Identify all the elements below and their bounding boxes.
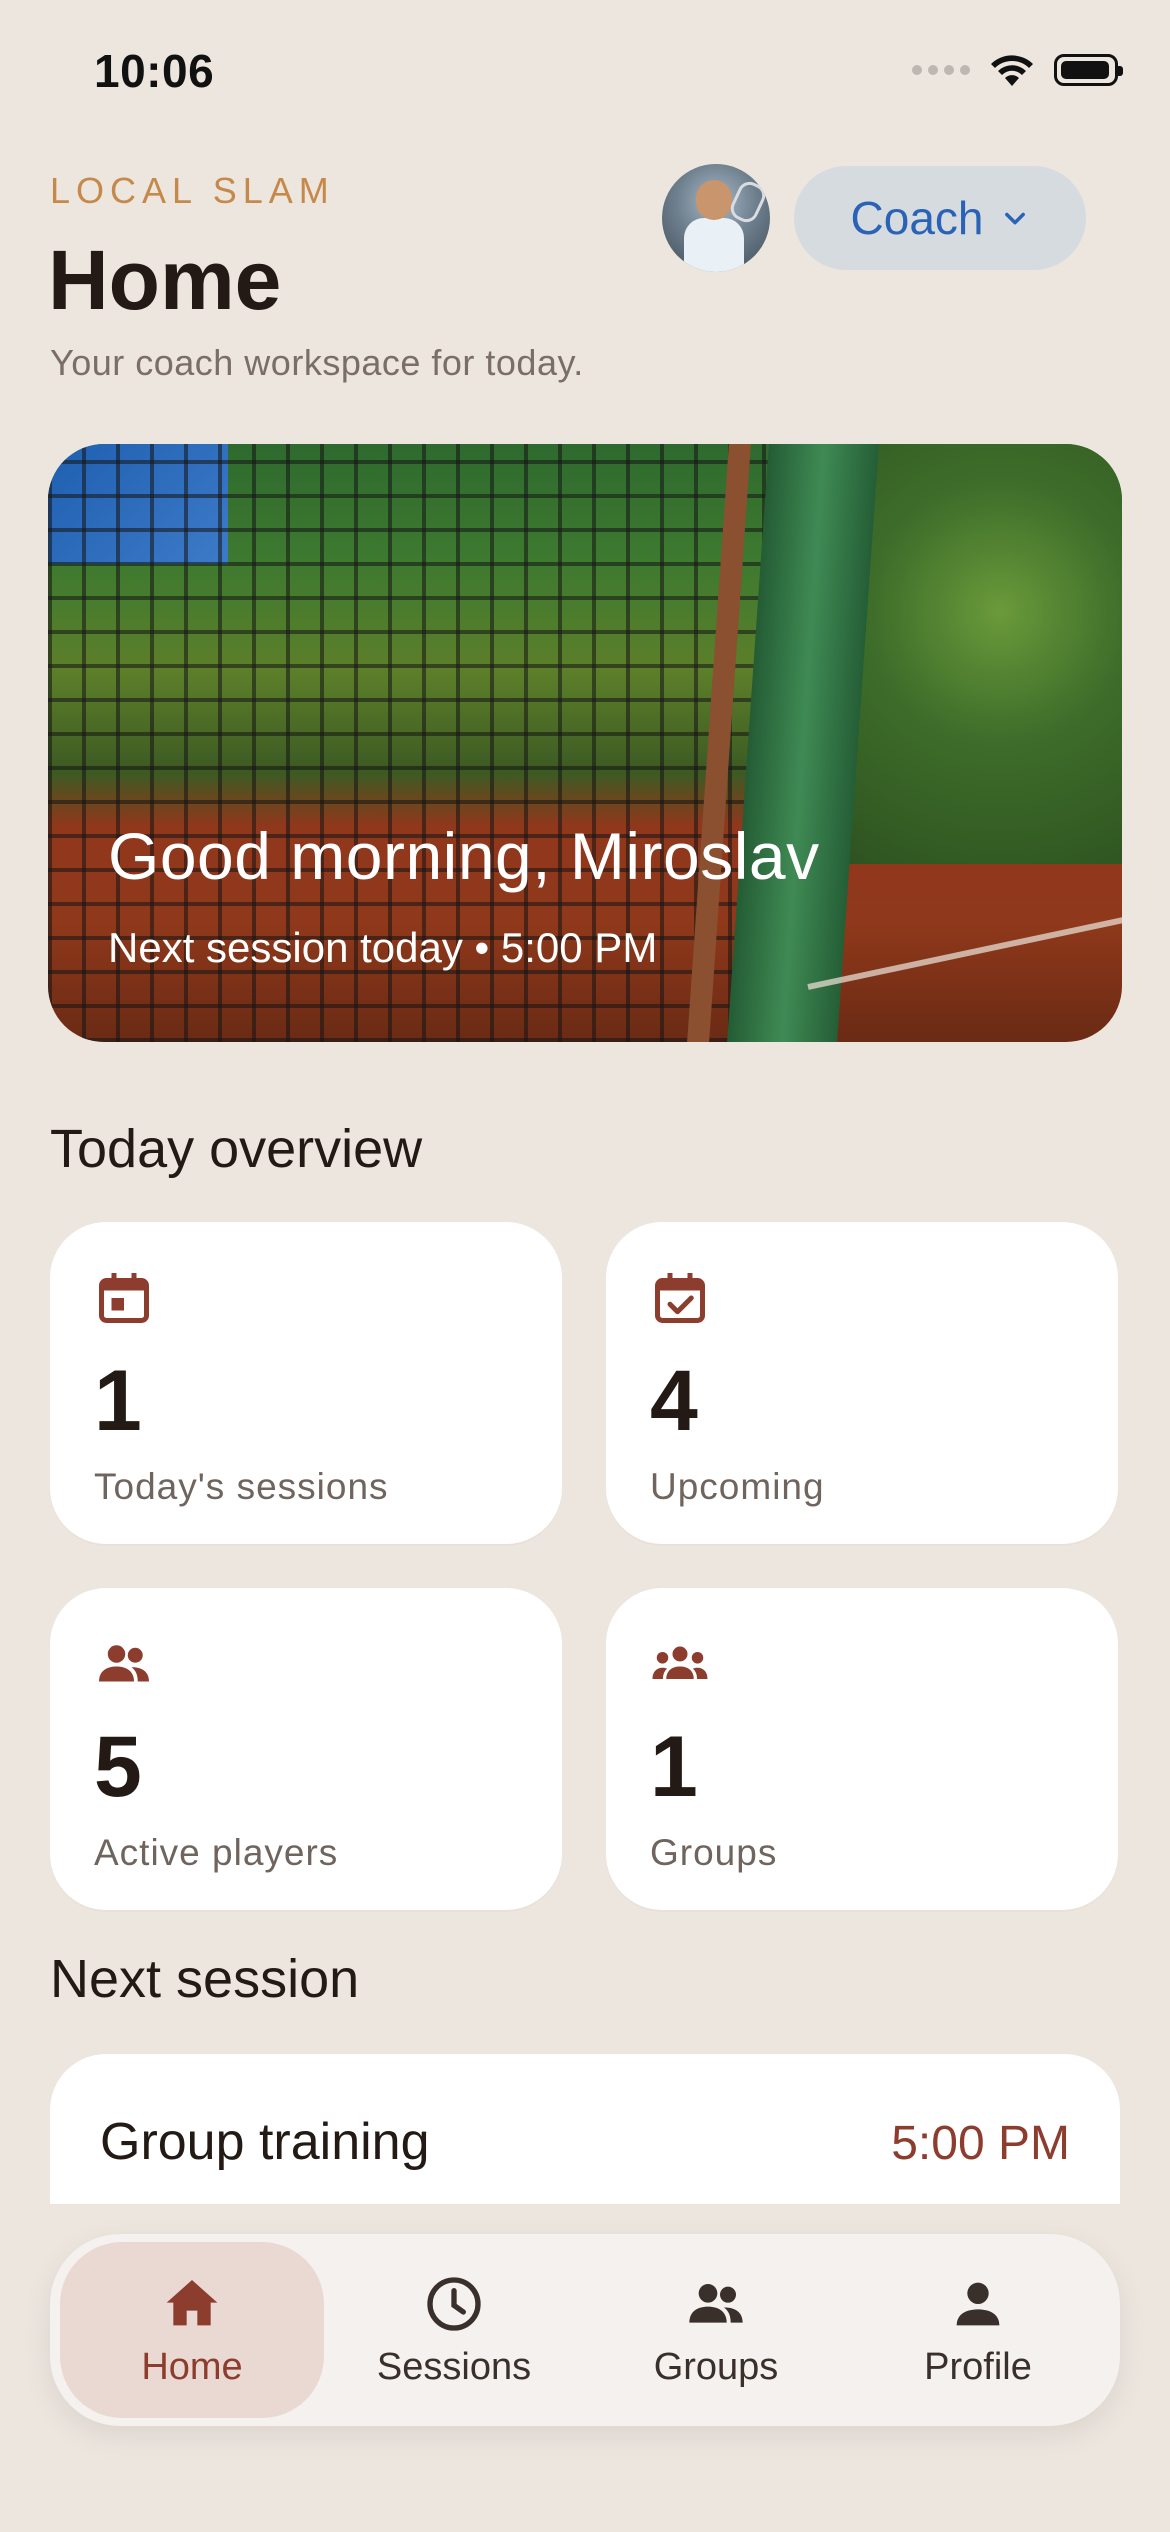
avatar[interactable] — [662, 164, 770, 272]
status-time: 10:06 — [94, 45, 215, 97]
role-label: Coach — [850, 192, 984, 244]
stat-label: Active players — [94, 1832, 339, 1873]
players-icon — [99, 1645, 149, 1682]
nav-item-profile[interactable]: Profile — [846, 2242, 1110, 2418]
stat-value: 1 — [94, 1353, 142, 1449]
next-session-card[interactable]: Group training 5:00 PM — [50, 2054, 1120, 2204]
cellular-signal-icon — [912, 65, 970, 75]
stat-label: Upcoming — [650, 1466, 825, 1507]
stat-value: 4 — [650, 1353, 698, 1449]
clock-icon — [427, 2276, 481, 2331]
nav-label-groups: Groups — [653, 2345, 779, 2388]
page-subtitle: Your coach workspace for today. — [50, 342, 584, 383]
groups-icon — [652, 1646, 708, 1679]
hero-next-session: Next session today • 5:00 PM — [108, 924, 658, 971]
section-title-next-session: Next session — [50, 1949, 360, 2009]
profile-icon — [956, 2282, 1000, 2325]
section-title-overview: Today overview — [50, 1119, 423, 1179]
stat-label: Today's sessions — [94, 1466, 389, 1507]
stat-card-upcoming[interactable]: 4 Upcoming — [606, 1222, 1118, 1544]
chevron-down-icon — [1005, 212, 1026, 225]
calendar-icon — [99, 1273, 149, 1323]
wifi-icon — [991, 55, 1033, 86]
nav-item-sessions[interactable]: Sessions — [322, 2242, 586, 2418]
battery-icon — [1054, 54, 1123, 86]
role-switcher-button[interactable]: Coach — [794, 166, 1086, 270]
stat-label: Groups — [650, 1832, 778, 1873]
groups-icon — [689, 2283, 743, 2323]
stat-card-groups[interactable]: 1 Groups — [606, 1588, 1118, 1910]
home-icon — [166, 2279, 218, 2325]
brand-label: LOCAL SLAM — [50, 170, 335, 211]
nav-label-profile: Profile — [924, 2345, 1032, 2388]
bottom-nav: Home Sessions Groups Profile — [50, 2234, 1120, 2426]
session-time: 5:00 PM — [891, 2117, 1070, 2170]
stat-card-active-players[interactable]: 5 Active players — [50, 1588, 562, 1910]
nav-item-groups[interactable]: Groups — [584, 2242, 848, 2418]
nav-item-home[interactable]: Home — [60, 2242, 324, 2418]
calendar-check-icon — [655, 1273, 705, 1323]
session-name: Group training — [100, 2113, 430, 2171]
stat-value: 5 — [94, 1719, 142, 1815]
nav-label-home: Home — [141, 2345, 243, 2388]
page-title: Home — [48, 233, 282, 327]
hero-greeting: Good morning, Miroslav — [108, 819, 820, 893]
status-icons — [912, 52, 1123, 88]
stat-card-today-sessions[interactable]: 1 Today's sessions — [50, 1222, 562, 1544]
stat-value: 1 — [650, 1719, 698, 1815]
nav-label-sessions: Sessions — [376, 2345, 532, 2388]
